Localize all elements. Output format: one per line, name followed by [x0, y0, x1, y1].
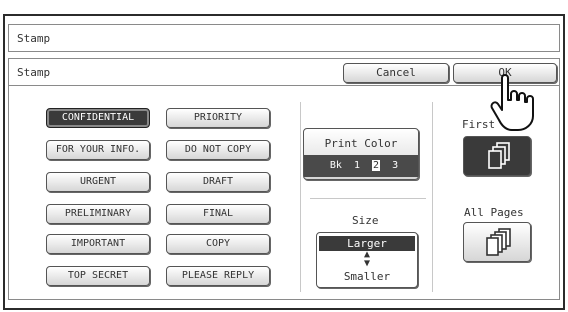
- all-pages-label: All Pages: [464, 206, 524, 219]
- stamp-button[interactable]: PRELIMINARY: [46, 204, 150, 224]
- window-title-bar: Stamp: [8, 24, 560, 52]
- first-page-button[interactable]: [463, 136, 531, 176]
- all-pages-button[interactable]: [463, 222, 531, 262]
- size-selector[interactable]: Larger ▲ ▼ Smaller: [316, 232, 418, 288]
- panel-title: Stamp: [17, 66, 51, 79]
- stamp-button[interactable]: CONFIDENTIAL: [46, 108, 150, 128]
- print-color-options: Bk 1 2 3: [304, 155, 418, 177]
- cancel-button[interactable]: Cancel: [343, 63, 449, 83]
- print-color-label: Print Color: [324, 137, 398, 150]
- color-option-1[interactable]: 1: [354, 160, 360, 171]
- pages-stack-icon: [486, 228, 511, 256]
- pages-stack-icon: [488, 142, 510, 169]
- pointing-hand-cursor-icon: [490, 74, 534, 131]
- divider-horizontal: [310, 198, 426, 199]
- stamp-button[interactable]: COPY: [166, 234, 270, 254]
- color-option-2[interactable]: 2: [372, 160, 381, 171]
- size-label: Size: [352, 214, 379, 227]
- stamp-button[interactable]: DRAFT: [166, 172, 270, 192]
- divider-left: [300, 102, 301, 292]
- stamp-button[interactable]: FOR YOUR INFO.: [46, 140, 150, 160]
- color-option-3[interactable]: 3: [392, 160, 398, 171]
- size-smaller-option[interactable]: Smaller: [317, 270, 417, 283]
- panel-header: Stamp Cancel OK: [9, 59, 559, 86]
- print-color-button[interactable]: Print Color Bk 1 2 3: [303, 128, 419, 180]
- divider-right: [432, 102, 433, 292]
- window-title: Stamp: [17, 32, 51, 45]
- stamp-button[interactable]: URGENT: [46, 172, 150, 192]
- stamp-button[interactable]: PRIORITY: [166, 108, 270, 128]
- stamp-button[interactable]: FINAL: [166, 204, 270, 224]
- color-option-bk[interactable]: Bk: [330, 160, 342, 171]
- stamp-button[interactable]: PLEASE REPLY: [166, 266, 270, 286]
- stamp-button[interactable]: DO NOT COPY: [166, 140, 270, 160]
- stamp-button[interactable]: IMPORTANT: [46, 234, 150, 254]
- stamp-button[interactable]: TOP SECRET: [46, 266, 150, 286]
- up-down-arrows-icon: ▲ ▼: [363, 249, 371, 269]
